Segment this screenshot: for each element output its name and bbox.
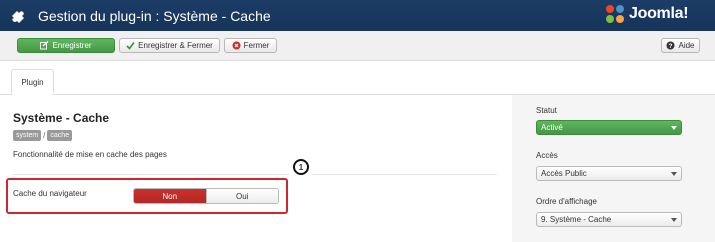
order-value: 9. Système - Cache bbox=[541, 215, 612, 224]
save-close-button[interactable]: Enregistrer & Fermer bbox=[119, 38, 220, 53]
chevron-down-icon bbox=[671, 218, 677, 222]
close-button[interactable]: Fermer bbox=[224, 38, 277, 53]
svg-text:?: ? bbox=[669, 43, 673, 50]
edit-icon bbox=[40, 41, 49, 50]
status-label: Statut bbox=[536, 106, 557, 115]
divider bbox=[312, 174, 497, 175]
joomla-logo: Joomla! bbox=[604, 3, 706, 27]
status-value: Activé bbox=[541, 123, 563, 132]
access-value: Accès Public bbox=[541, 169, 587, 178]
access-label: Accès bbox=[536, 151, 558, 160]
callout-number: 1 bbox=[293, 159, 309, 175]
question-icon: ? bbox=[666, 41, 675, 50]
option-oui[interactable]: Oui bbox=[205, 189, 278, 203]
chevron-down-icon bbox=[671, 126, 677, 130]
toolbar: Enregistrer Enregistrer & Fermer Fermer … bbox=[0, 31, 715, 61]
check-icon bbox=[126, 41, 135, 50]
help-button[interactable]: ? Aide bbox=[661, 38, 700, 53]
order-select[interactable]: 9. Système - Cache bbox=[536, 212, 682, 227]
plugin-description: Fonctionnalité de mise en cache des page… bbox=[13, 150, 167, 159]
help-label: Aide bbox=[678, 41, 695, 50]
save-button[interactable]: Enregistrer bbox=[17, 38, 115, 53]
puzzle-icon bbox=[9, 6, 27, 24]
logo-text: Joomla! bbox=[629, 5, 689, 22]
header-bar: Gestion du plug-in : Système - Cache Joo… bbox=[0, 0, 715, 31]
option-non[interactable]: Non bbox=[134, 189, 206, 203]
tag-cache: cache bbox=[47, 129, 73, 141]
page-title: Gestion du plug-in : Système - Cache bbox=[38, 8, 271, 24]
browser-cache-label: Cache du navigateur bbox=[13, 189, 87, 198]
divider bbox=[13, 174, 289, 175]
close-icon bbox=[232, 41, 241, 50]
tag-system: system bbox=[13, 129, 42, 141]
status-select[interactable]: Activé bbox=[536, 120, 682, 135]
save-close-label: Enregistrer & Fermer bbox=[138, 41, 213, 50]
chevron-down-icon bbox=[671, 172, 677, 176]
tab-plugin[interactable]: Plugin bbox=[11, 69, 54, 95]
access-select[interactable]: Accès Public bbox=[536, 166, 682, 181]
plugin-tags: system / cache bbox=[13, 129, 73, 141]
close-label: Fermer bbox=[243, 41, 270, 50]
tag-separator: / bbox=[43, 130, 46, 140]
order-label: Ordre d'affichage bbox=[536, 197, 597, 206]
plugin-title: Système - Cache bbox=[13, 111, 110, 125]
browser-cache-toggle: Non Oui bbox=[133, 188, 279, 204]
save-label: Enregistrer bbox=[52, 41, 92, 50]
